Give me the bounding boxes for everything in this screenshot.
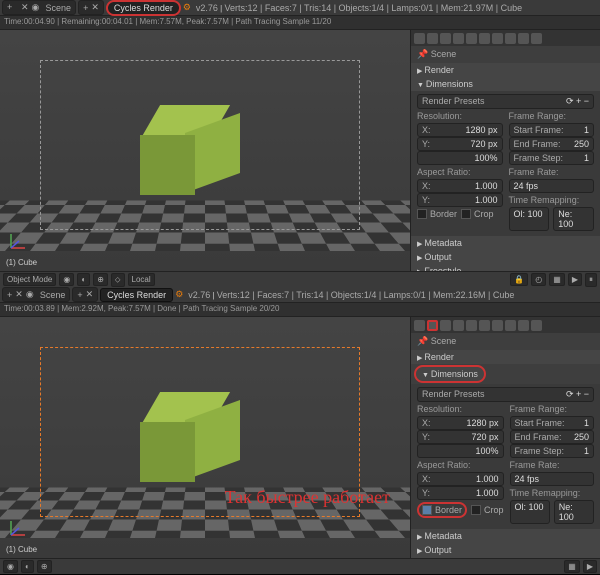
object-label: (1) Cube	[6, 258, 37, 267]
properties-panel: 📌 Scene Render Dimensions Render Presets…	[410, 30, 600, 271]
panel-render[interactable]: Render	[411, 63, 600, 77]
dimensions-body: Render Presets⟳ + − Resolution: X:1280 p…	[411, 91, 600, 236]
breadcrumb: 📌 Scene	[411, 46, 600, 63]
border-checkbox-checked[interactable]: Border	[417, 502, 467, 518]
properties-tabs[interactable]	[411, 317, 600, 333]
3d-viewport[interactable]: (1) Cube	[0, 30, 410, 271]
end-frame[interactable]: End Frame:250	[509, 137, 595, 151]
blender-window-top: +✕◉Scene +✕ Cycles Render ⚙ v2.76 | Vert…	[0, 0, 600, 287]
panel-output[interactable]: Output	[411, 250, 600, 264]
orientation[interactable]: Local	[128, 273, 155, 286]
render-tab-circled	[427, 320, 438, 331]
scene-selector[interactable]: +✕◉Scene	[2, 0, 76, 15]
3d-viewport[interactable]: (1) Cube Так быстрее работает	[0, 317, 410, 558]
render-presets[interactable]: Render Presets⟳ + −	[417, 387, 594, 402]
resolution-y[interactable]: Y:720 px	[417, 137, 503, 151]
render-presets[interactable]: Render Presets⟳ + −	[417, 94, 594, 109]
panel-metadata[interactable]: Metadata	[411, 529, 600, 543]
properties-panel: 📌 Scene Render Dimensions Render Presets…	[410, 317, 600, 558]
cube-object[interactable]	[140, 392, 230, 482]
mode-selector[interactable]: Object Mode	[3, 273, 56, 286]
render-engine-dropdown[interactable]: Cycles Render	[106, 0, 181, 16]
breadcrumb: 📌 Scene	[411, 333, 600, 350]
cube-object[interactable]	[140, 105, 230, 195]
crop-checkbox[interactable]: Crop	[471, 502, 504, 518]
info-header: +✕◉Scene +✕ Cycles Render ⚙ v2.76 | Vert…	[0, 287, 600, 303]
info-header: +✕◉Scene +✕ Cycles Render ⚙ v2.76 | Vert…	[0, 0, 600, 16]
aspect-y[interactable]: Y:1.000	[417, 193, 503, 207]
blender-icon: ⚙	[175, 289, 186, 300]
remap-new[interactable]: Ne: 100	[553, 207, 594, 231]
remap-old[interactable]: Ol: 100	[509, 207, 550, 231]
dimensions-body: Render Presets⟳ + − Resolution: X:1280 p…	[411, 384, 600, 529]
panel-dimensions-circled[interactable]: Dimensions	[414, 365, 486, 383]
border-checkbox[interactable]: Border	[417, 209, 457, 219]
panel-freestyle[interactable]: Freestyle	[411, 264, 600, 271]
start-frame[interactable]: Start Frame:1	[509, 123, 595, 137]
scene-stats: v2.76 | Verts:12 | Faces:7 | Tris:14 | O…	[188, 290, 514, 300]
scene-icon: ◉	[32, 2, 43, 13]
shading-mode-rendered[interactable]: ◉	[59, 273, 74, 286]
layout-selector[interactable]: +✕	[78, 0, 104, 15]
render-status-bar: Time:00:03.89 | Mem:2.92M, Peak:7.57M | …	[0, 303, 600, 317]
resolution-pct[interactable]: 100%	[417, 151, 503, 165]
panel-dimensions[interactable]: Dimensions	[411, 77, 600, 91]
scene-stats: v2.76 | Verts:12 | Faces:7 | Tris:14 | O…	[196, 3, 522, 13]
viewport-footer: ◉◐⊕ ▦▶	[0, 558, 600, 574]
fps[interactable]: 24 fps	[509, 179, 595, 193]
aspect-x[interactable]: X:1.000	[417, 179, 503, 193]
plus-icon: +	[7, 2, 18, 13]
crop-checkbox[interactable]: Crop	[461, 209, 494, 219]
object-label: (1) Cube	[6, 545, 37, 554]
resolution-x[interactable]: X:1280 px	[417, 123, 503, 137]
panel-output[interactable]: Output	[411, 543, 600, 557]
frame-step[interactable]: Frame Step:1	[509, 151, 595, 165]
viewport-footer: Object Mode ◉ ◐⊕⬦ Local 🔒◴▦▶⏸	[0, 271, 600, 287]
axis-gizmo	[8, 518, 28, 538]
blender-window-bottom: +✕◉Scene +✕ Cycles Render ⚙ v2.76 | Vert…	[0, 287, 600, 574]
render-engine-dropdown[interactable]: Cycles Render	[100, 288, 173, 302]
annotation-text: Так быстрее работает	[225, 487, 390, 508]
panel-freestyle[interactable]: Freestyle	[411, 557, 600, 558]
axis-gizmo	[8, 231, 28, 251]
blender-icon: ⚙	[183, 2, 194, 13]
render-status-bar: Time:00:04.90 | Remaining:00:04.01 | Mem…	[0, 16, 600, 30]
render-tab-icon	[414, 33, 425, 44]
panel-render[interactable]: Render	[411, 350, 600, 364]
properties-tabs[interactable]	[411, 30, 600, 46]
panel-metadata[interactable]: Metadata	[411, 236, 600, 250]
